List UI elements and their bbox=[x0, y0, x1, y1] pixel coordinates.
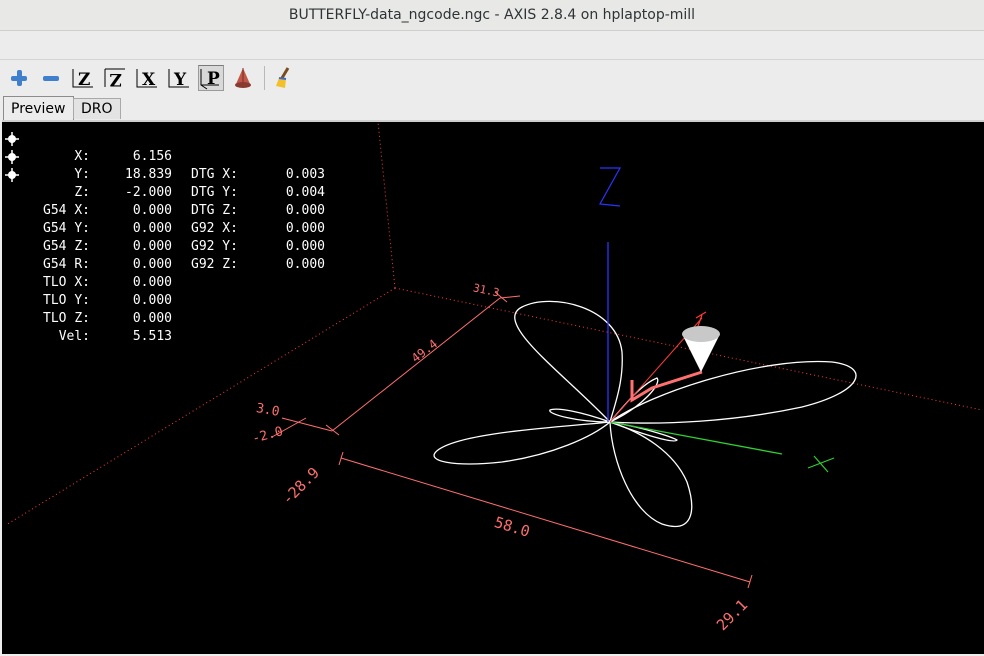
zoom-out-button[interactable] bbox=[38, 65, 64, 91]
dro-label: DTG Y: bbox=[191, 185, 238, 200]
x-axis-label bbox=[807, 455, 835, 473]
preview-canvas[interactable]: 31.3 49.4 3.0 -2.0 -28.9 58.0 29.1 X: 6.1… bbox=[2, 120, 984, 654]
zoom-in-button[interactable] bbox=[6, 65, 32, 91]
dro-row: TLO Z: 0.000 bbox=[2, 292, 172, 326]
dro-label: G92 Z: bbox=[191, 257, 238, 272]
dro-row: Z: -2.000 DTG Z: 0.000 bbox=[2, 166, 325, 218]
minus-icon bbox=[43, 76, 59, 81]
dro-row: G54 R: 0.000 bbox=[2, 238, 172, 272]
window-title-bar: BUTTERFLY-data_ngcode.ngc - AXIS 2.8.4 o… bbox=[0, 0, 984, 31]
tab-bar: Preview DRO bbox=[0, 96, 984, 120]
dro-label: G92 Y: bbox=[191, 239, 238, 254]
toolbar-separator bbox=[264, 66, 265, 90]
dro-value: 0.000 bbox=[132, 203, 172, 218]
dro-value: 0.000 bbox=[285, 221, 325, 236]
dro-row: G54 X: 0.000 G92 X: 0.000 bbox=[2, 184, 325, 236]
dro-value: 0.000 bbox=[132, 257, 172, 272]
clear-plot-button[interactable] bbox=[271, 65, 297, 91]
view-y-icon: Y bbox=[168, 69, 189, 90]
svg-text:Y: Y bbox=[173, 70, 187, 90]
x-axis-line bbox=[609, 421, 783, 455]
z-axis-label bbox=[599, 167, 622, 207]
view-z-rotated-icon: Z bbox=[104, 68, 125, 89]
broom-icon bbox=[276, 67, 290, 88]
dro-value: 0.000 bbox=[132, 311, 172, 326]
dro-value: 0.000 bbox=[285, 203, 325, 218]
dro-label: DTG X: bbox=[191, 167, 238, 182]
view-p-icon: P bbox=[200, 69, 220, 90]
dro-value: 18.839 bbox=[125, 167, 172, 182]
dro-value: 5.513 bbox=[132, 329, 172, 344]
dro-row: Y: 18.839 DTG Y: 0.004 bbox=[2, 148, 325, 200]
toolpath bbox=[433, 300, 857, 528]
dro-row: TLO Y: 0.000 bbox=[2, 274, 172, 308]
view-x-icon: X bbox=[136, 69, 157, 90]
dro-value: 0.000 bbox=[285, 239, 325, 254]
dro-value: 0.000 bbox=[132, 293, 172, 308]
view-z-icon: Z bbox=[72, 69, 93, 90]
tool-cone-icon bbox=[235, 68, 251, 88]
dro-label: G92 X: bbox=[191, 221, 238, 236]
dro-value: 0.000 bbox=[132, 275, 172, 290]
view-z-button[interactable]: Z bbox=[70, 65, 96, 91]
svg-text:X: X bbox=[142, 70, 156, 90]
dro-row: G54 Z: 0.000 G92 Z: 0.000 bbox=[2, 220, 325, 272]
tab-preview[interactable]: Preview bbox=[3, 96, 74, 120]
dro-value: 0.000 bbox=[132, 221, 172, 236]
y-axis-label bbox=[695, 311, 707, 327]
dro-value: 0.003 bbox=[285, 167, 325, 182]
svg-text:P: P bbox=[207, 69, 220, 89]
view-y-button[interactable]: Y bbox=[166, 65, 192, 91]
dro-value: -2.000 bbox=[125, 185, 172, 200]
dro-row: X: 6.156 DTG X: 0.003 bbox=[2, 130, 325, 182]
dro-label: Vel: bbox=[58, 329, 90, 344]
toolbar: Z Z X Y P bbox=[0, 60, 984, 96]
tool-cone bbox=[682, 326, 720, 372]
dro-value: 0.004 bbox=[285, 185, 325, 200]
dro-row: G54 Y: 0.000 G92 Y: 0.000 bbox=[2, 202, 325, 254]
dro-label: DTG Z: bbox=[191, 203, 238, 218]
view-p-button[interactable]: P bbox=[198, 65, 224, 91]
program-extents bbox=[271, 291, 753, 589]
toggle-tool-button[interactable] bbox=[230, 65, 256, 91]
menu-bar bbox=[0, 31, 984, 60]
svg-text:Z: Z bbox=[110, 69, 122, 89]
svg-text:Z: Z bbox=[78, 70, 90, 90]
plus-icon bbox=[11, 70, 27, 86]
dro-value: 0.000 bbox=[285, 257, 325, 272]
dro-row: Vel: 5.513 bbox=[2, 310, 172, 344]
view-z2-button[interactable]: Z bbox=[102, 65, 128, 91]
view-x-button[interactable]: X bbox=[134, 65, 160, 91]
window-title: BUTTERFLY-data_ngcode.ngc - AXIS 2.8.4 o… bbox=[288, 7, 696, 23]
dro-value: 0.000 bbox=[132, 239, 172, 254]
dro-value: 6.156 bbox=[132, 149, 172, 164]
tab-dro[interactable]: DRO bbox=[73, 98, 121, 119]
dro-row: TLO X: 0.000 bbox=[2, 256, 172, 290]
